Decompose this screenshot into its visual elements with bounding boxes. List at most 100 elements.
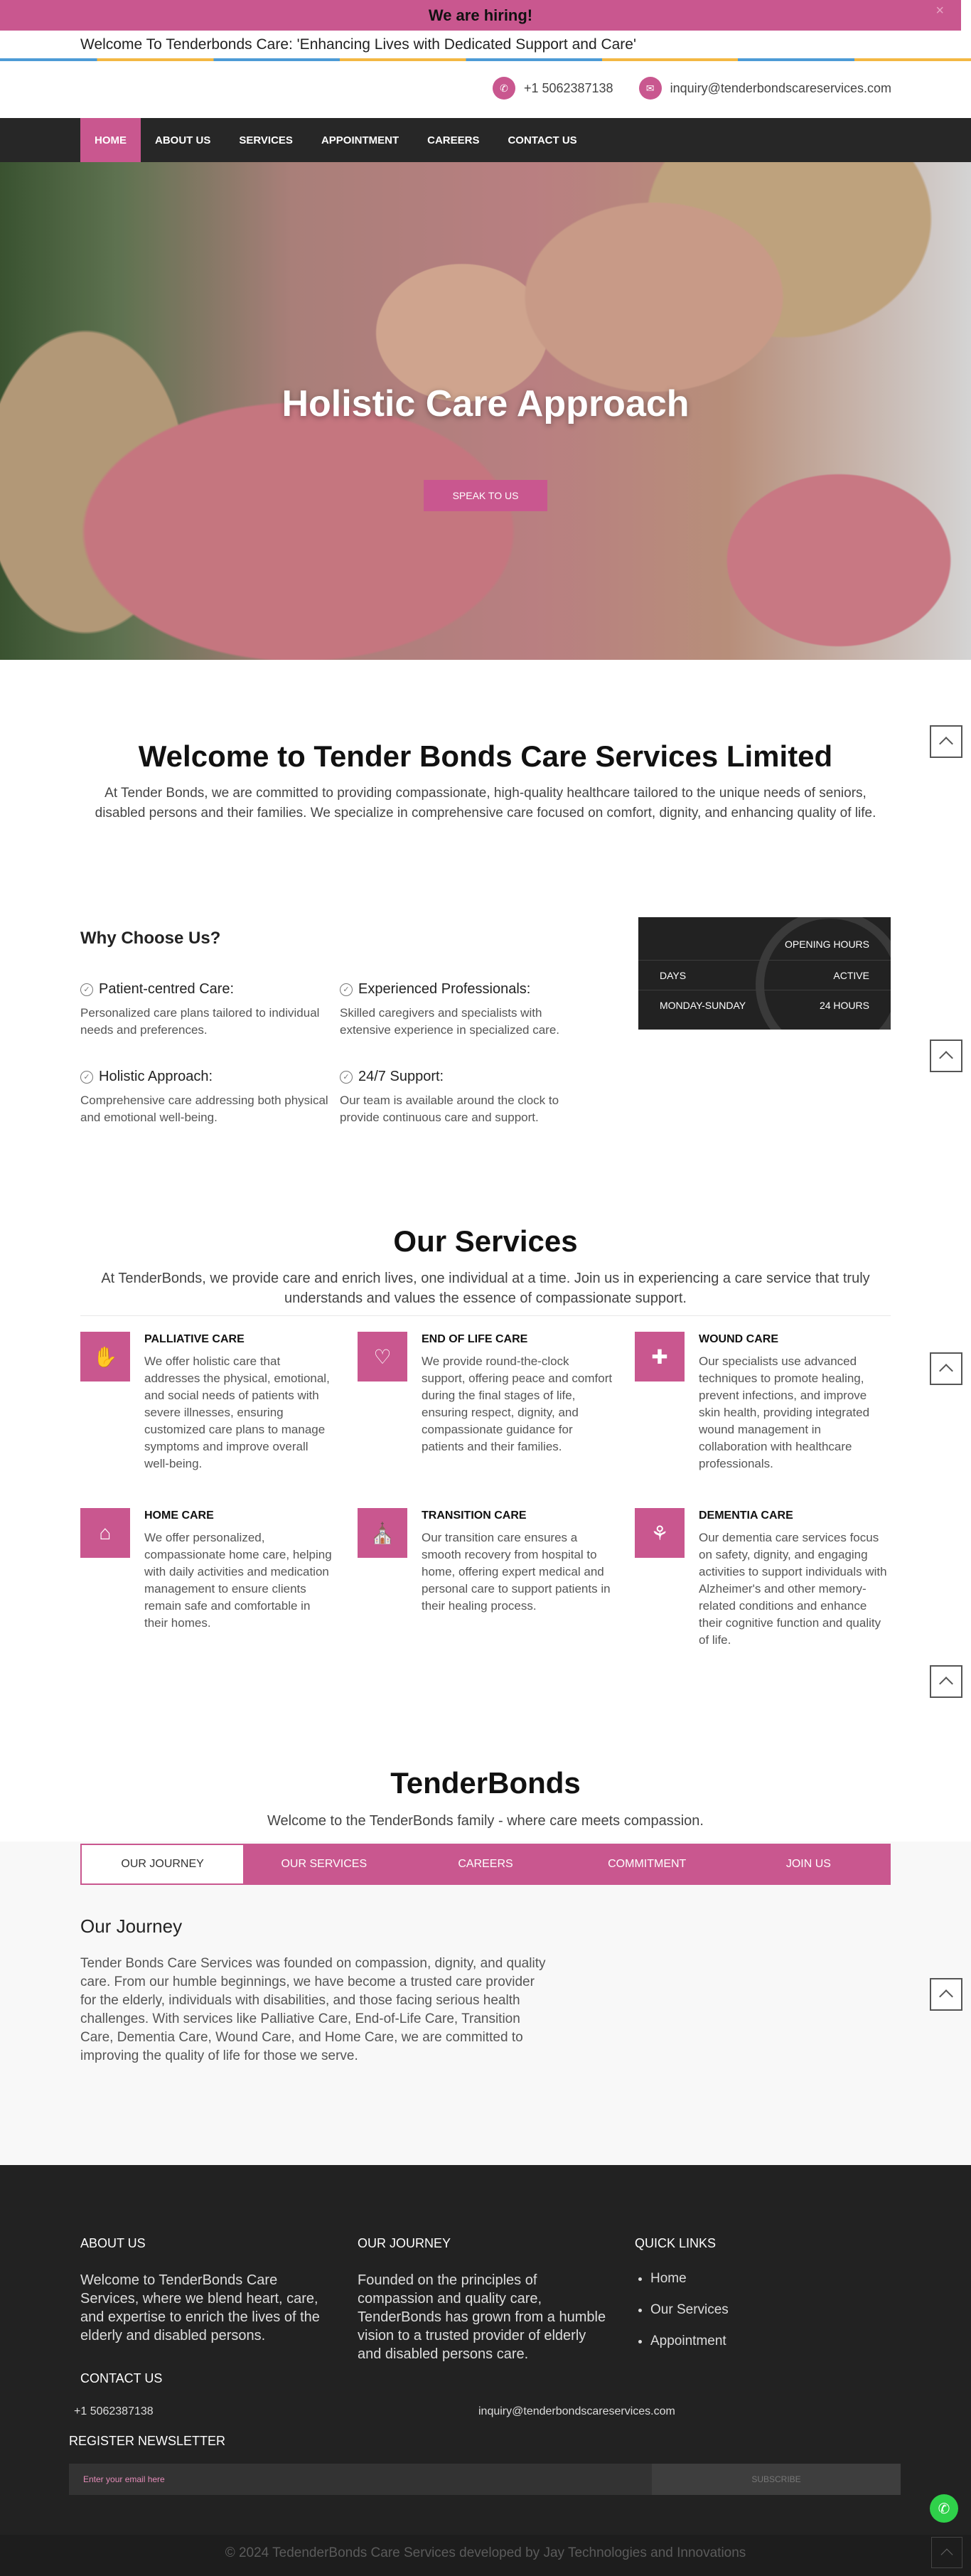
tab-join-us[interactable]: JOIN US [727,1845,890,1883]
why-item-text: Comprehensive care addressing both physi… [80,1094,328,1124]
nav-home[interactable]: HOME [80,118,141,162]
footer-links-title: QUICK LINKS [635,2236,717,2250]
footer-scroll-top-button[interactable] [931,2537,962,2568]
service-card[interactable]: ⌂ HOME CARE We offer personalized, compas… [80,1508,358,1649]
chevron-up-icon [939,737,953,751]
welcome-section: Welcome to Tender Bonds Care Services Li… [0,739,971,823]
chevron-up-icon [939,1989,953,2004]
divider [638,960,891,961]
whatsapp-icon[interactable]: ✆ [930,2494,958,2523]
footer-about-title: ABOUT US [80,2236,146,2250]
service-text: We offer holistic care that addresses th… [144,1354,330,1470]
services-title: Our Services [393,1224,578,1258]
why-item-text: Skilled caregivers and specialists with … [340,1006,560,1037]
close-icon[interactable]: × [935,3,944,19]
check-circle-icon: ✓ [340,1070,353,1084]
footer-quick-links: QUICK LINKS Home Our Services Appointmen… [635,2236,891,2365]
footer-about: ABOUT US Welcome to TenderBonds Care Ser… [80,2236,336,2345]
scroll-top-button[interactable] [930,1978,962,2011]
footer-link-home[interactable]: Home [650,2271,891,2287]
service-card[interactable]: ⛪ TRANSITION CARE Our transition care ens… [358,1508,635,1649]
footer-phone[interactable]: +1 5062387138 [74,2405,154,2418]
service-text: Our transition care ensures a smooth rec… [422,1531,611,1613]
hours-days-label: DAYS [660,970,687,981]
service-card[interactable]: ⚘ DEMENTIA CARE Our dementia care service… [635,1508,891,1649]
footer-link-our-services[interactable]: Our Services [650,2302,891,2318]
hero-title: Holistic Care Approach [281,383,690,424]
chevron-up-icon [939,1677,953,1691]
scroll-top-button[interactable] [930,1665,962,1698]
newsletter-email-input[interactable] [69,2464,652,2495]
footer-journey-title: OUR JOURNEY [358,2236,451,2250]
hospital-icon: ⛪ [358,1508,407,1558]
service-title: HOME CARE [144,1509,214,1522]
tenderbonds-header: TenderBonds Welcome to the TenderBonds f… [0,1766,971,1829]
service-card[interactable]: ♡ END OF LIFE CARE We provide round-the-c… [358,1332,635,1473]
subscribe-button[interactable]: SUBSCRIBE [652,2464,901,2495]
tab-our-services[interactable]: OUR SERVICES [243,1845,405,1883]
nav-about-us[interactable]: ABOUT US [141,118,225,162]
scroll-top-button[interactable] [930,1352,962,1385]
color-stripe-divider [0,58,971,61]
footer: ABOUT US Welcome to TenderBonds Care Ser… [0,2165,971,2576]
service-card[interactable]: ✚ WOUND CARE Our specialists use advanced… [635,1332,891,1473]
tab-commitment[interactable]: COMMITMENT [566,1845,728,1883]
footer-about-text: Welcome to TenderBonds Care Services, wh… [80,2272,320,2343]
check-circle-icon: ✓ [80,1070,93,1084]
nav-contact-us[interactable]: CONTACT US [493,118,591,162]
chevron-up-icon [939,1364,953,1378]
tenderbonds-subtitle: Welcome to the TenderBonds family - wher… [267,1813,704,1829]
divider [80,1315,891,1316]
why-item-title: Patient-centred Care: [99,981,235,997]
service-text: Our specialists use advanced techniques … [699,1354,870,1470]
header-phone[interactable]: ✆ +1 5062387138 [492,77,613,100]
check-circle-icon: ✓ [340,983,353,996]
welcome-title: Welcome to Tender Bonds Care Services Li… [138,739,833,773]
why-item: ✓ Patient-centred Care: Personalized care… [80,981,340,1039]
chevron-up-icon [939,1051,953,1065]
nav-appointment[interactable]: APPOINTMENT [307,118,413,162]
why-choose-us: Why Choose Us? ✓ Patient-centred Care: Pe… [80,917,891,1145]
tenderbonds-tabs: OUR JOURNEY OUR SERVICES CAREERS COMMITM… [80,1844,891,1885]
main-nav: HOME ABOUT US SERVICES APPOINTMENT CAREE… [0,118,971,162]
footer-journey: OUR JOURNEY Founded on the principles of… [358,2236,613,2363]
mail-icon: ✉ [638,77,662,100]
speak-to-us-button[interactable]: SPEAK TO US [424,480,547,511]
nav-careers[interactable]: CAREERS [413,118,493,162]
header-email-text: inquiry@tenderbondscareservices.com [670,80,891,95]
why-item: ✓ Experienced Professionals: Skilled care… [340,981,578,1039]
hours-heading: OPENING HOURS [784,939,869,950]
bandage-icon: ✚ [635,1332,685,1381]
footer-contact-title: CONTACT US [80,2371,163,2385]
hours-time-value: 24 HOURS [819,1000,869,1011]
service-text: We provide round-the-clock support, offe… [422,1354,613,1453]
check-circle-icon: ✓ [80,983,93,996]
service-text: Our dementia care services focus on safe… [699,1531,887,1647]
home-care-icon: ⌂ [80,1508,130,1558]
journey-text: Tender Bonds Care Services was founded o… [80,1956,546,2063]
phone-icon: ✆ [492,77,515,100]
services-intro: At TenderBonds, we provide care and enri… [101,1271,870,1306]
newsletter-title: REGISTER NEWSLETTER [69,2434,226,2448]
nav-services[interactable]: SERVICES [225,118,307,162]
tab-careers[interactable]: CAREERS [404,1845,567,1883]
footer-email[interactable]: inquiry@tenderbondscareservices.com [478,2405,675,2418]
why-item-title: Holistic Approach: [99,1069,213,1084]
why-item-text: Personalized care plans tailored to indi… [80,1006,320,1037]
services-section: Our Services At TenderBonds, we provide … [80,1224,891,1649]
chevron-up-icon [940,2548,953,2560]
tab-our-journey[interactable]: OUR JOURNEY [82,1845,244,1883]
footer-link-appointment[interactable]: Appointment [650,2334,891,2349]
heart-hands-icon: ♡ [358,1332,407,1381]
scroll-top-button[interactable] [930,725,962,758]
service-title: PALLIATIVE CARE [144,1333,245,1345]
service-text: We offer personalized, compassionate hom… [144,1531,332,1630]
tenderbonds-title: TenderBonds [390,1766,581,1800]
opening-hours-card: OPENING HOURS DAYS ACTIVE MONDAY-SUNDAY … [638,917,891,1030]
why-item: ✓ Holistic Approach: Comprehensive care a… [80,1069,340,1126]
header-email[interactable]: ✉ inquiry@tenderbondscareservices.com [638,77,891,100]
scroll-top-button[interactable] [930,1040,962,1072]
copyright: © 2024 TedenderBonds Care Services devel… [0,2535,971,2576]
why-item: ✓ 24/7 Support: Our team is available aro… [340,1069,578,1126]
service-card[interactable]: ✋ PALLIATIVE CARE We offer holistic care … [80,1332,358,1473]
